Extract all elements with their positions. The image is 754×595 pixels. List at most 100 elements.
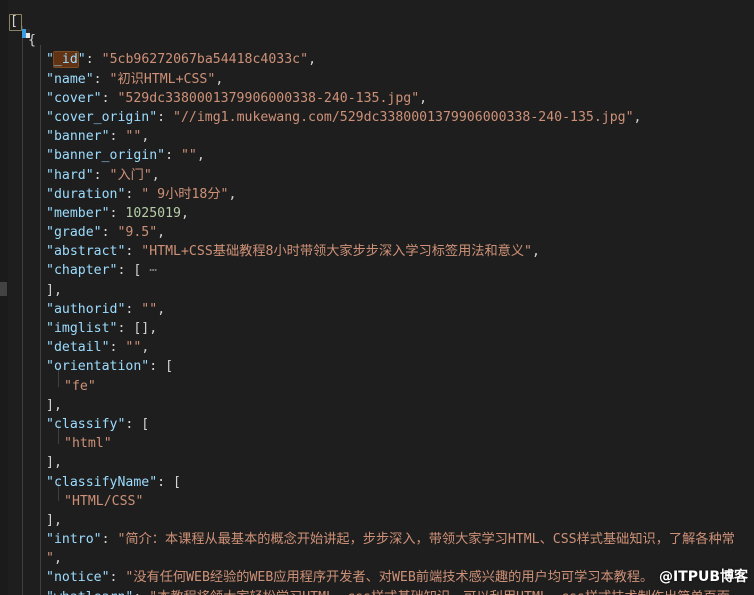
code-line[interactable]: ", <box>0 549 754 568</box>
code-line[interactable]: "fe" <box>0 377 754 396</box>
code-line[interactable]: "member": 1025019, <box>0 204 754 223</box>
code-line[interactable]: "classify": [ <box>0 415 754 434</box>
code-token: ] <box>46 397 54 413</box>
code-token: "classifyName" <box>46 474 158 490</box>
code-token: , <box>149 321 158 336</box>
code-line[interactable]: "detail": "", <box>0 338 754 357</box>
code-token: : <box>125 244 142 260</box>
code-token: : <box>157 109 174 125</box>
code-token: "没有任何WEB经验的WEB应用程序开发者、对WEB前端技术感兴趣的用户均可学习… <box>125 570 654 586</box>
code-line[interactable]: ], <box>0 511 754 530</box>
code-token: , <box>419 90 428 106</box>
code-line[interactable]: "whatlearn": "本教程将领大家轻松学习HTML、css样式基础知识，… <box>0 588 754 595</box>
code-token: : <box>109 129 126 145</box>
code-line[interactable]: "cover_origin": "//img1.mukewang.com/529… <box>0 108 754 127</box>
code-token: : <box>109 340 126 356</box>
code-token: : <box>117 263 134 279</box>
code-token: : <box>101 225 118 241</box>
code-token: "HTML+CSS基础教程8小时带领大家步步深入学习标签用法和意义" <box>141 244 532 260</box>
code-token: " 9小时18分" <box>141 186 229 202</box>
code-token: "//img1.mukewang.com/529dc33800013799060… <box>173 109 634 125</box>
code-line[interactable]: "cover": "529dc3380001379906000338-240-1… <box>0 89 754 108</box>
code-token: ] <box>46 512 54 528</box>
code-token: , <box>157 301 166 317</box>
code-line[interactable]: "name": "初识HTML+CSS", <box>0 70 754 89</box>
code-token: , <box>633 109 642 125</box>
code-token: "" <box>125 340 142 356</box>
code-line[interactable]: "_id": "5cb96272067ba54418c4033c", <box>0 50 754 69</box>
code-token: { <box>28 33 36 49</box>
code-token: "529dc3380001379906000338-240-135.jpg" <box>117 90 420 106</box>
code-token: "入门" <box>109 167 152 183</box>
code-token: "authorid" <box>46 301 126 317</box>
code-token: "cover" <box>46 90 102 106</box>
code-token: "chapter" <box>46 263 118 279</box>
code-line[interactable]: "banner": "", <box>0 127 754 146</box>
code-token: : <box>109 570 126 586</box>
code-token: "abstract" <box>46 244 126 260</box>
code-token: , <box>53 282 62 298</box>
code-token: "" <box>180 148 197 164</box>
code-token: "html" <box>64 436 112 452</box>
code-token: [ <box>141 416 150 432</box>
code-line[interactable]: ], <box>0 396 754 415</box>
code-token: " <box>77 52 86 68</box>
code-line[interactable]: ], <box>0 453 754 472</box>
code-line[interactable]: "hard": "入门", <box>0 166 754 185</box>
code-token: , <box>53 397 62 413</box>
code-token: "" <box>141 301 158 317</box>
code-line[interactable]: "duration": " 9小时18分", <box>0 185 754 204</box>
code-line[interactable]: "banner_origin": "", <box>0 146 754 165</box>
code-token: , <box>141 129 150 145</box>
code-line[interactable]: "chapter": [ ⋯ <box>0 261 754 280</box>
code-line[interactable]: "grade": "9.5", <box>0 223 754 242</box>
code-line[interactable]: "imglist": [], <box>0 319 754 338</box>
code-token: , <box>181 205 189 221</box>
code-line[interactable]: { <box>0 31 754 50</box>
code-token: , <box>308 52 317 68</box>
code-token: , <box>157 225 166 241</box>
code-token: "5cb96272067ba54418c4033c" <box>101 52 309 68</box>
code-token: : <box>125 416 142 432</box>
code-line[interactable]: "HTML/CSS" <box>0 492 754 511</box>
code-token: " <box>46 551 54 567</box>
code-token: "9.5" <box>117 225 158 241</box>
code-token: , <box>53 551 62 567</box>
code-token: ] <box>46 282 54 298</box>
code-token: "简介：本课程从最基本的概念开始讲起，步步深入，带领大家学习HTML、CSS样式… <box>117 532 735 548</box>
code-token: , <box>215 71 224 87</box>
code-line[interactable]: "notice": "没有任何WEB经验的WEB应用程序开发者、对WEB前端技术… <box>0 568 754 587</box>
code-token: "orientation" <box>46 359 150 375</box>
code-line[interactable]: "classifyName": [ <box>0 473 754 492</box>
code-token: [] <box>133 321 150 336</box>
code-token: ] <box>46 455 54 471</box>
code-token: : <box>133 590 149 595</box>
code-token: "本教程将领大家轻松学习HTML、css样式基础知识，可以利用HTML、css样… <box>149 590 730 595</box>
code-line[interactable]: "intro": "简介：本课程从最基本的概念开始讲起，步步深入，带领大家学习H… <box>0 530 754 549</box>
code-token: : <box>157 474 174 490</box>
code-line[interactable]: "html" <box>0 434 754 453</box>
code-token: : <box>85 52 102 68</box>
code-token: "whatlearn" <box>46 590 133 595</box>
code-token: "banner" <box>46 129 110 145</box>
code-token: : <box>109 205 126 221</box>
code-line[interactable]: [ <box>0 12 754 31</box>
code-token: , <box>228 186 237 202</box>
code-token: "初识HTML+CSS" <box>109 71 216 87</box>
code-line[interactable]: ], <box>0 281 754 300</box>
code-line[interactable]: "authorid": "", <box>0 300 754 319</box>
code-line[interactable]: "abstract": "HTML+CSS基础教程8小时带领大家步步深入学习标签… <box>0 242 754 261</box>
code-token: [ <box>165 359 174 375</box>
code-content[interactable]: [ {"_id": "5cb96272067ba54418c4033c", "nam… <box>0 0 754 595</box>
code-token: "cover_origin" <box>46 109 158 125</box>
code-token: : <box>117 321 134 336</box>
code-token: "banner_origin" <box>46 148 166 164</box>
code-token: "" <box>125 129 142 145</box>
code-token: "HTML/CSS" <box>64 493 144 509</box>
code-token: [ <box>173 474 181 490</box>
code-editor[interactable]: [ {"_id": "5cb96272067ba54418c4033c", "nam… <box>0 0 754 595</box>
code-token: "notice" <box>46 570 110 586</box>
code-token: : <box>101 90 118 106</box>
code-token: ⋯ <box>149 263 158 279</box>
code-line[interactable]: "orientation": [ <box>0 357 754 376</box>
